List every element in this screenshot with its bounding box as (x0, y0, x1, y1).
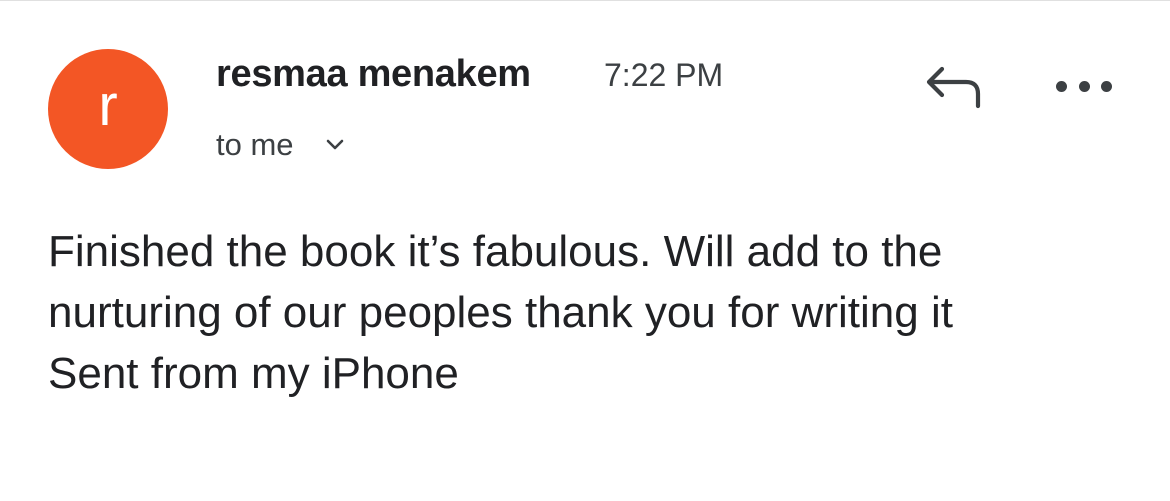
chevron-down-icon[interactable] (324, 134, 346, 156)
sender-name[interactable]: resmaa menakem (216, 53, 531, 96)
email-message-view: r resmaa menakem 7:22 PM to me Finished … (0, 0, 1170, 501)
recipient-details-toggle[interactable]: to me (216, 125, 346, 165)
message-time: 7:22 PM (604, 57, 724, 93)
message-body-line: Sent from my iPhone (48, 349, 459, 398)
avatar-letter: r (98, 73, 118, 138)
more-options-button[interactable] (1056, 71, 1112, 101)
more-options-icon (1078, 80, 1090, 92)
reply-icon (926, 66, 981, 109)
more-options-icon (1101, 80, 1112, 92)
more-options-icon (1056, 80, 1067, 92)
message-body-line: Finished the book it’s fabulous. Will ad… (48, 227, 943, 276)
avatar[interactable]: r (48, 49, 168, 169)
reply-button[interactable] (924, 65, 984, 109)
message-body-line: nurturing of our peoples thank you for w… (48, 288, 953, 337)
message-body: Finished the book it’s fabulous. Will ad… (48, 221, 1128, 404)
recipient-label: to me (216, 127, 294, 162)
